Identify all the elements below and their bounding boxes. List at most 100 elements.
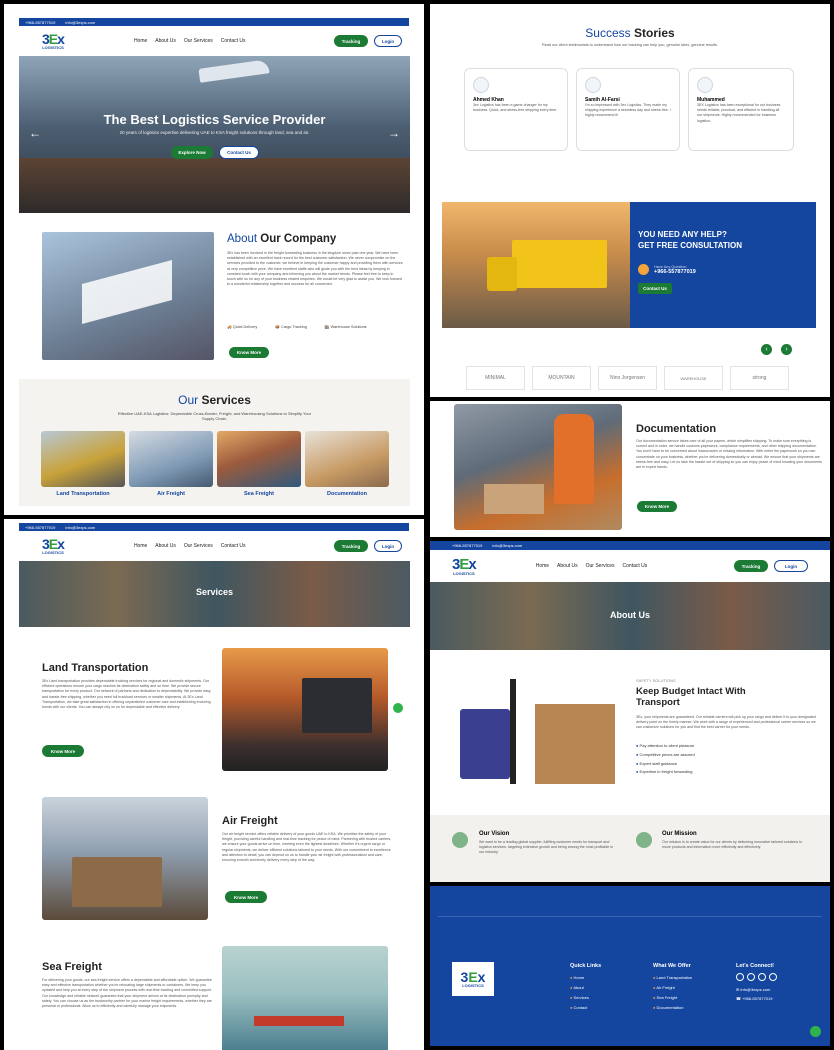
help-phone[interactable]: +966-557877019	[654, 269, 696, 275]
land-title: Land Transportation	[42, 662, 149, 674]
mission-title: Our Mission	[662, 831, 697, 837]
login-button[interactable]: Login	[374, 35, 402, 47]
air-service-image[interactable]	[129, 431, 213, 487]
main-nav: 3Ex LOGISTICS Home About Us Our Services…	[430, 550, 830, 582]
sea-service-image[interactable]	[217, 431, 301, 487]
mission-icon	[636, 832, 652, 848]
phone-icon	[638, 264, 649, 275]
vision-title: Our Vision	[479, 831, 510, 837]
documentation-panel: Documentation Our documentation service …	[430, 401, 830, 537]
carousel-next-icon[interactable]: ›	[781, 344, 792, 355]
footer-link[interactable]: ● Air Freight	[653, 983, 692, 993]
help-contact-button[interactable]: Contact Us	[638, 283, 672, 294]
connect: Let's Connect! ✉ info@3exps.com ☎ +966-5…	[736, 963, 777, 1001]
partner-logo: WAREHOUSE	[664, 366, 723, 390]
linkedin-icon[interactable]	[769, 973, 777, 981]
about-banner-title: About Us	[610, 610, 650, 620]
logo[interactable]: 3Ex LOGISTICS	[42, 32, 65, 50]
services-subtitle: Effective UAE-KSA Logistics: Dependable …	[117, 411, 312, 421]
partner-logo: MOUNTAIN	[532, 366, 591, 390]
air-body: Our air freight service offers reliable …	[222, 832, 392, 863]
documentation-service-label[interactable]: Documentation	[305, 491, 389, 497]
nav-menu: Home About Us Our Services Contact Us	[134, 543, 246, 549]
top-bar: +966-557877019 info@3exps.com	[19, 18, 409, 26]
help-title-2: GET FREE CONSULTATION	[638, 241, 742, 250]
footer-link[interactable]: ● Services	[570, 993, 601, 1003]
nav-home[interactable]: Home	[134, 38, 147, 44]
testimonial-text: 3ex Logistics has been a game-changer fo…	[473, 103, 558, 113]
footer-logo[interactable]: 3Ex LOGISTICS	[452, 962, 494, 996]
air-service-label[interactable]: Air Freight	[129, 491, 213, 497]
air-image	[42, 797, 208, 920]
hero-title: The Best Logistics Service Provider	[103, 112, 326, 127]
nav-about[interactable]: About Us	[155, 543, 176, 549]
about-features: 🚚 Quick Delivery 📦 Cargo Tracking 🏬 Ware…	[227, 324, 367, 329]
login-button[interactable]: Login	[374, 540, 402, 552]
footer-link[interactable]: ● Sea Freight	[653, 993, 692, 1003]
prev-arrow-icon[interactable]: ←	[29, 126, 41, 140]
nav-contact[interactable]: Contact Us	[623, 563, 648, 569]
footer-link[interactable]: ● About	[570, 983, 601, 993]
nav-home[interactable]: Home	[536, 563, 549, 569]
land-service-label[interactable]: Land Transportation	[41, 491, 125, 497]
top-bar: +966-557877019 info@3exps.com	[430, 541, 830, 550]
footer-email[interactable]: ✉ info@3exps.com	[736, 987, 777, 992]
sea-service-label[interactable]: Sea Freight	[217, 491, 301, 497]
list-item: ● Competitive prices are assured	[636, 751, 695, 757]
facebook-icon[interactable]	[736, 973, 744, 981]
instagram-icon[interactable]	[758, 973, 766, 981]
hero-banner: The Best Logistics Service Provider 20 y…	[19, 56, 410, 213]
whatsapp-icon[interactable]	[393, 703, 403, 713]
nav-contact[interactable]: Contact Us	[221, 543, 246, 549]
nav-services[interactable]: Our Services	[586, 563, 615, 569]
footer-link[interactable]: ● Home	[570, 973, 601, 983]
explore-button[interactable]: Explore Now	[171, 146, 213, 159]
air-know-more-button[interactable]: Know More	[225, 891, 267, 903]
carousel-prev-icon[interactable]: ‹	[761, 344, 772, 355]
vision-text: We want to be a leading global supplier,…	[479, 840, 614, 855]
feature-tracking: 📦 Cargo Tracking	[275, 325, 307, 329]
testimonial-card: Muhammed 3EX Logistics has been exceptio…	[688, 68, 794, 151]
hero-subtitle: 20 years of logistics expertise deliveri…	[119, 130, 310, 135]
logo[interactable]: 3Ex LOGISTICS	[42, 537, 65, 555]
hero-contact-button[interactable]: Contact Us	[219, 146, 259, 159]
sea-image	[222, 946, 388, 1050]
sea-body: For delivering your goods, our sea freig…	[42, 978, 212, 1009]
testimonial-text: 3EX Logistics has been exceptional for o…	[697, 103, 781, 123]
documentation-service-image[interactable]	[305, 431, 389, 487]
services-heading: Our Services	[178, 393, 251, 407]
nav-services[interactable]: Our Services	[184, 543, 213, 549]
stories-heading: Success Stories	[585, 26, 675, 40]
footer-link[interactable]: ● Documentation	[653, 1003, 692, 1013]
tracking-button[interactable]: Tracking	[334, 35, 368, 47]
nav-menu: Home About Us Our Services Contact Us	[134, 38, 246, 44]
about-heading: About Our Company	[227, 233, 337, 245]
footer-link[interactable]: ● Land Transportation	[653, 973, 692, 983]
tracking-button[interactable]: Tracking	[334, 540, 368, 552]
land-service-image[interactable]	[41, 431, 125, 487]
twitter-icon[interactable]	[747, 973, 755, 981]
nav-contact[interactable]: Contact Us	[221, 38, 246, 44]
login-button[interactable]: Login	[774, 560, 808, 572]
phone-text: +966-557877019	[452, 543, 483, 548]
nav-home[interactable]: Home	[134, 543, 147, 549]
nav-services[interactable]: Our Services	[184, 38, 213, 44]
nav-about[interactable]: About Us	[557, 563, 578, 569]
footer-phone[interactable]: ☎ +966-557877019	[736, 996, 777, 1001]
help-title-1: YOU NEED ANY HELP?	[638, 230, 727, 239]
nav-about[interactable]: About Us	[155, 38, 176, 44]
about-know-more-button[interactable]: Know More	[229, 347, 269, 358]
about-eyebrow: SAFETY SOLUTIONS	[636, 678, 676, 683]
whatsapp-icon[interactable]	[810, 1026, 821, 1037]
about-bullets: ● Pay attention to client pleasure ● Com…	[636, 742, 695, 777]
footer-link[interactable]: ● Contact	[570, 1003, 601, 1013]
logo[interactable]: 3Ex LOGISTICS	[452, 557, 477, 576]
quick-links: Quick Links ● Home ● About ● Services ● …	[570, 963, 601, 1013]
partner-logos: MINIMAL MOUNTAIN Nino Jorgensen WAREHOUS…	[466, 366, 789, 390]
land-know-more-button[interactable]: Know More	[42, 745, 84, 757]
connect-title: Let's Connect!	[736, 963, 774, 969]
documentation-know-more-button[interactable]: Know More	[637, 501, 677, 512]
next-arrow-icon[interactable]: →	[388, 126, 400, 140]
tracking-button[interactable]: Tracking	[734, 560, 768, 572]
mission-text: Our mission is to create value for our c…	[662, 840, 803, 850]
